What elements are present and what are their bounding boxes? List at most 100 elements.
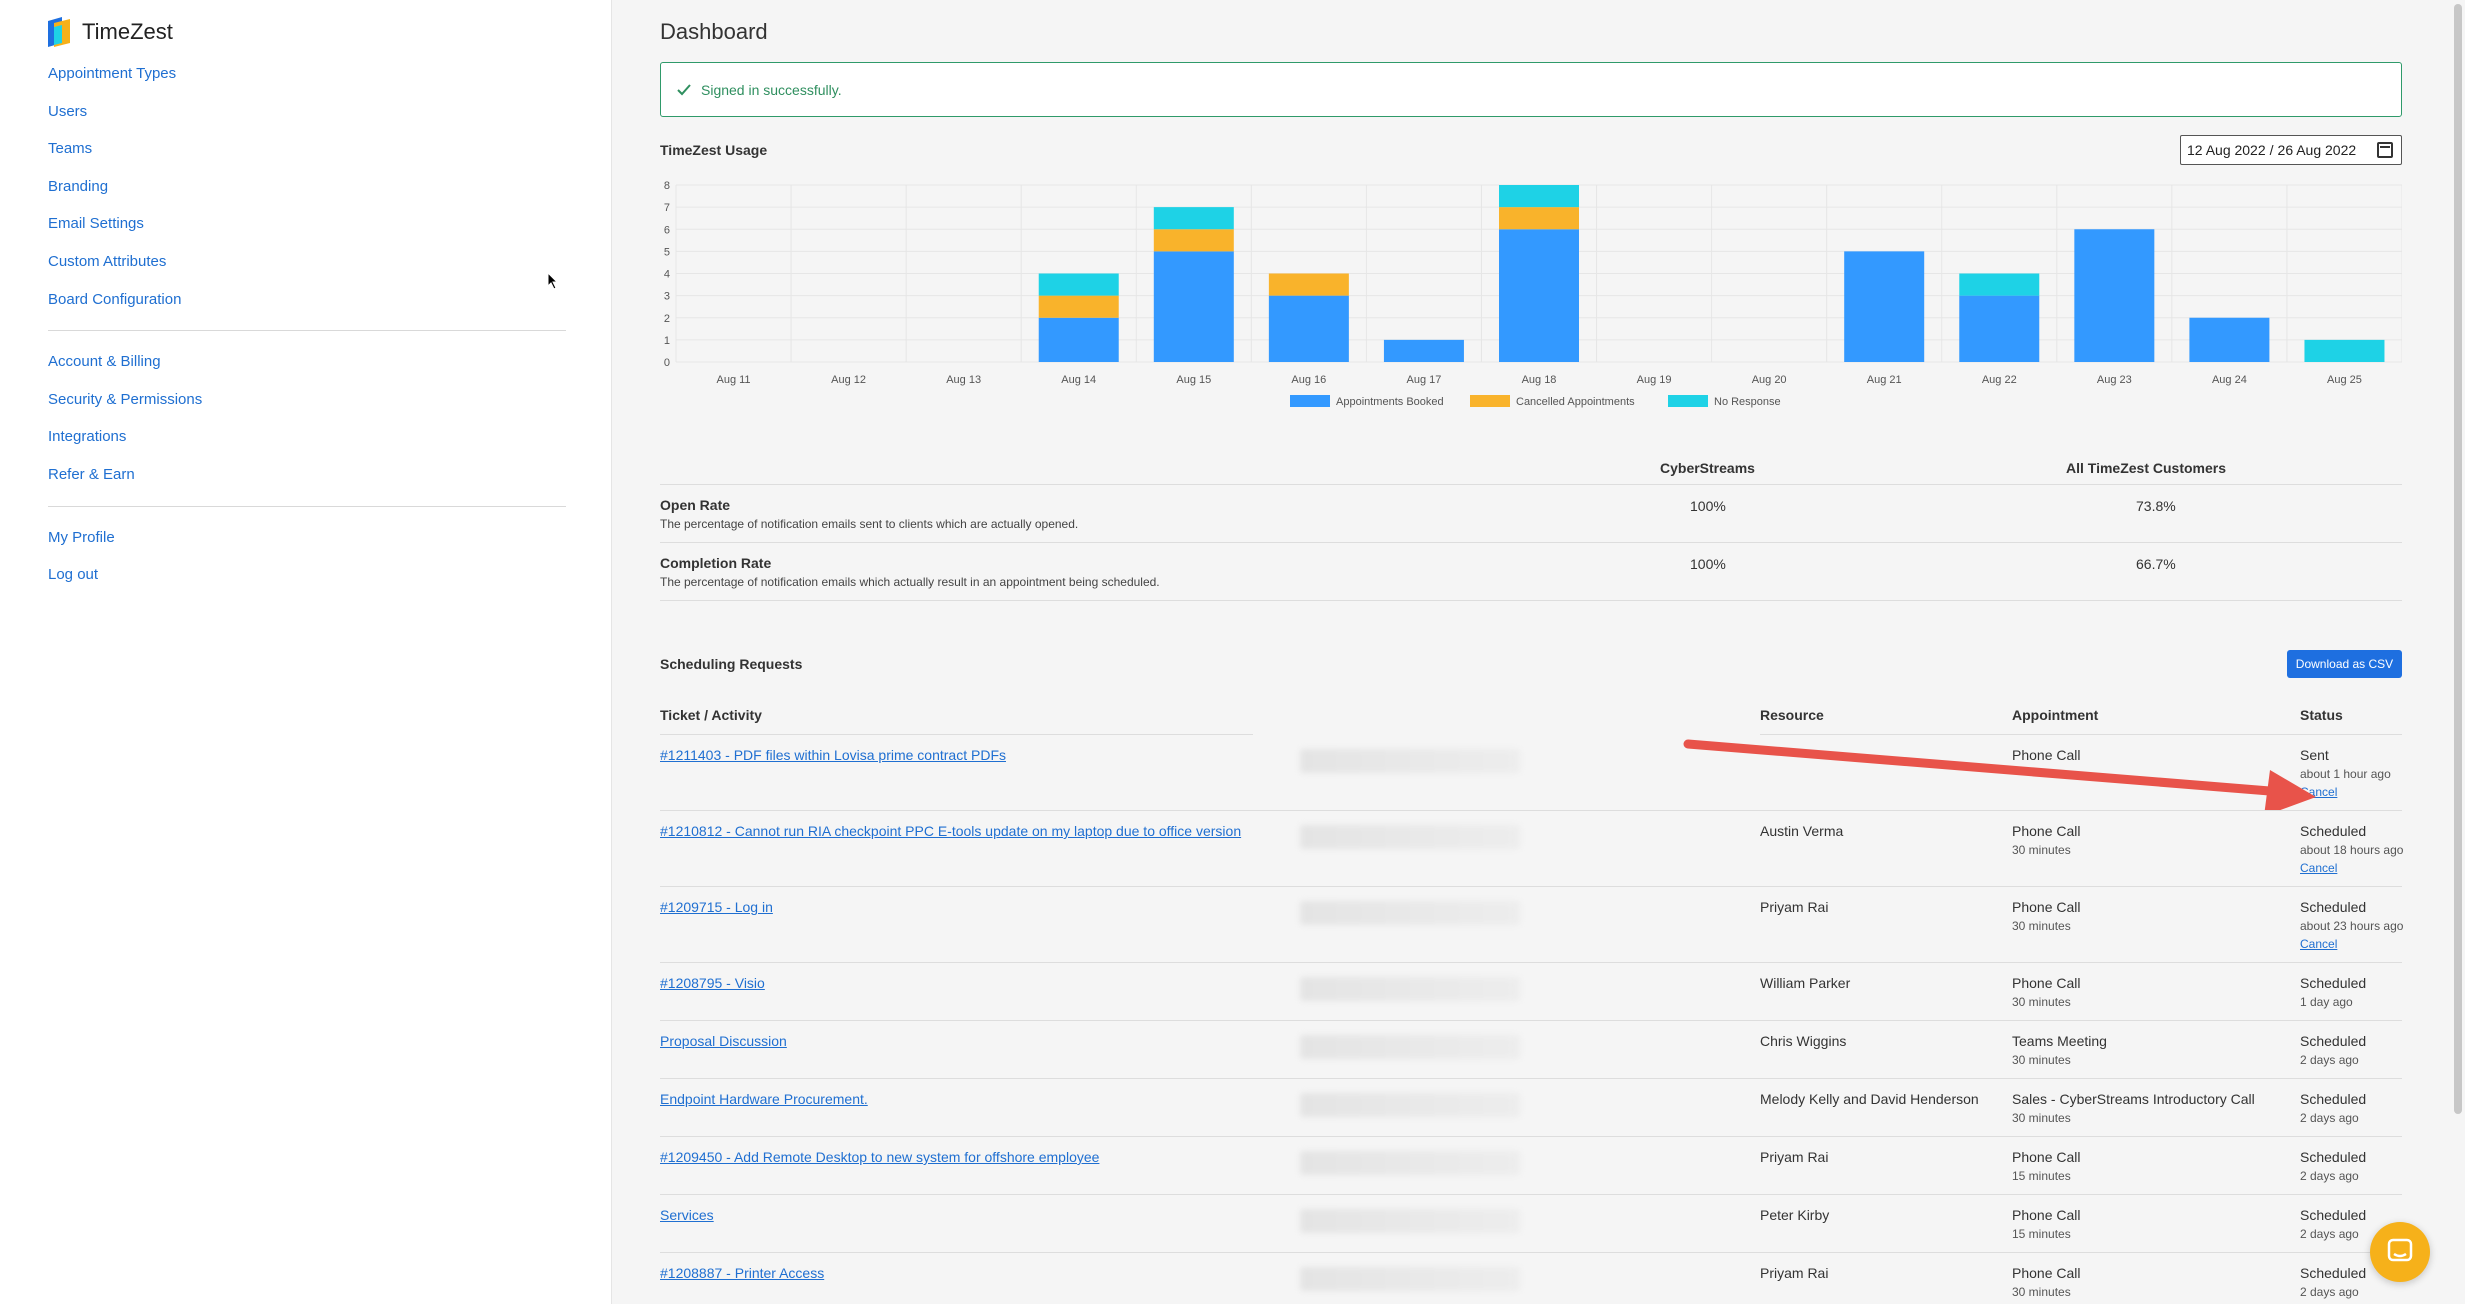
col-resource: Resource bbox=[1760, 707, 1824, 723]
appointment-type: Teams Meeting bbox=[2012, 1033, 2107, 1049]
scheduling-label: Scheduling Requests bbox=[660, 656, 803, 672]
nav-board-configuration[interactable]: Board Configuration bbox=[48, 289, 566, 327]
col-status: Status bbox=[2300, 707, 2343, 723]
redacted-details bbox=[1300, 901, 1520, 925]
rates-header: CyberStreams All TimeZest Customers bbox=[660, 455, 2402, 485]
chat-launcher-button[interactable] bbox=[2370, 1222, 2430, 1282]
status-text: Scheduled bbox=[2300, 1265, 2367, 1281]
nav-custom-attributes[interactable]: Custom Attributes bbox=[48, 251, 566, 289]
resource-name: Melody Kelly and David Henderson bbox=[1760, 1091, 1979, 1107]
x-tick-label: Aug 15 bbox=[1176, 374, 1211, 386]
brand-logo[interactable]: TimeZest bbox=[46, 17, 173, 47]
alert-message: Signed in successfully. bbox=[701, 81, 842, 98]
bar-segment bbox=[1038, 317, 1119, 362]
resource-name: Priyam Rai bbox=[1760, 899, 1829, 915]
ticket-link[interactable]: Endpoint Hardware Procurement. bbox=[660, 1091, 868, 1107]
bar-segment bbox=[1959, 295, 2040, 362]
nav-teams[interactable]: Teams bbox=[48, 138, 566, 176]
ticket-link[interactable]: #1209715 - Log in bbox=[660, 899, 773, 915]
redacted-details bbox=[1300, 1035, 1520, 1059]
redacted-details bbox=[1300, 1093, 1520, 1117]
ticket-link[interactable]: #1208795 - Visio bbox=[660, 975, 765, 991]
nav-users[interactable]: Users bbox=[48, 101, 566, 139]
x-tick-label: Aug 21 bbox=[1867, 374, 1902, 386]
appointment-duration: 30 minutes bbox=[2012, 843, 2071, 857]
nav-refer-earn[interactable]: Refer & Earn bbox=[48, 464, 566, 502]
nav-integrations[interactable]: Integrations bbox=[48, 426, 566, 464]
scrollbar-thumb[interactable] bbox=[2454, 4, 2462, 1114]
resource-name: Chris Wiggins bbox=[1760, 1033, 1847, 1049]
x-tick-label: Aug 17 bbox=[1406, 374, 1441, 386]
nav-security-permissions[interactable]: Security & Permissions bbox=[48, 389, 566, 427]
table-row: Endpoint Hardware Procurement. Melody Kel… bbox=[660, 1079, 2402, 1137]
redacted-details bbox=[1300, 1209, 1520, 1233]
y-tick-label: 3 bbox=[664, 291, 670, 303]
rate-name: Completion Rate bbox=[660, 555, 772, 571]
status-time: 2 days ago bbox=[2300, 1111, 2359, 1125]
usage-chart: 0 1 2 3 4 5 6 7 8 Aug 11 Aug 12 Aug 13 Aug 14 Aug 15 A… bbox=[660, 175, 2403, 425]
appointment-type: Phone Call bbox=[2012, 1207, 2081, 1223]
bar-segment bbox=[1038, 295, 1119, 318]
table-row: #1208887 - Printer Access Priyam Rai Phone… bbox=[660, 1253, 2402, 1304]
status-time: about 18 hours ago bbox=[2300, 843, 2404, 857]
nav-log-out[interactable]: Log out bbox=[48, 564, 566, 602]
ticket-link[interactable]: #1209450 - Add Remote Desktop to new sys… bbox=[660, 1149, 1099, 1165]
appointment-duration: 30 minutes bbox=[2012, 919, 2071, 933]
status-time: 2 days ago bbox=[2300, 1053, 2359, 1067]
status-text: Scheduled bbox=[2300, 823, 2367, 839]
bar-segment bbox=[1153, 207, 1234, 230]
date-separator: / bbox=[2269, 142, 2274, 158]
nav-my-profile[interactable]: My Profile bbox=[48, 527, 566, 565]
legend-label: No Response bbox=[1714, 396, 1781, 408]
brand-name: TimeZest bbox=[82, 19, 173, 44]
ticket-link[interactable]: Services bbox=[660, 1207, 714, 1223]
bar-segment bbox=[2304, 339, 2385, 362]
rate-row-open: Open Rate The percentage of notification… bbox=[660, 485, 2402, 543]
ticket-link[interactable]: #1211403 - PDF files within Lovisa prime… bbox=[660, 747, 1006, 763]
rates-col-company: CyberStreams bbox=[1660, 460, 1755, 476]
date-from: 12 Aug 2022 bbox=[2187, 142, 2266, 158]
table-row: #1210812 - Cannot run RIA checkpoint PPC… bbox=[660, 811, 2404, 887]
x-tick-label: Aug 19 bbox=[1637, 374, 1672, 386]
appointment-type: Phone Call bbox=[2012, 1265, 2081, 1281]
y-tick-label: 0 bbox=[664, 357, 670, 369]
calendar-icon[interactable] bbox=[2377, 142, 2393, 158]
legend-label: Cancelled Appointments bbox=[1516, 396, 1635, 408]
legend-swatch bbox=[1470, 395, 1510, 407]
rate-description: The percentage of notification emails wh… bbox=[660, 575, 1160, 589]
date-range-picker[interactable]: 12 Aug 2022 / 26 Aug 2022 bbox=[2180, 135, 2402, 165]
cancel-link[interactable]: Cancel bbox=[2300, 937, 2337, 951]
status-text: Scheduled bbox=[2300, 975, 2367, 991]
bar-segment bbox=[1153, 251, 1234, 362]
status-time: 2 days ago bbox=[2300, 1227, 2359, 1241]
nav-account-billing[interactable]: Account & Billing bbox=[48, 351, 566, 389]
nav-appointment-types[interactable]: Appointment Types bbox=[48, 63, 566, 101]
nav-divider bbox=[48, 330, 566, 332]
col-ticket: Ticket / Activity bbox=[660, 707, 762, 723]
main-content: Dashboard Signed in successfully. TimeZe… bbox=[612, 0, 2465, 1304]
annotation-arrow-icon bbox=[1682, 730, 2322, 816]
nav-email-settings[interactable]: Email Settings bbox=[48, 213, 566, 251]
chat-icon bbox=[2387, 1238, 2413, 1262]
cancel-link[interactable]: Cancel bbox=[2300, 861, 2337, 875]
status-time: 2 days ago bbox=[2300, 1169, 2359, 1183]
table-row: #1208795 - Visio William Parker Phone Call… bbox=[660, 963, 2402, 1021]
bar-segment bbox=[1499, 207, 1579, 230]
bar-segment bbox=[1268, 295, 1349, 362]
x-tick-label: Aug 20 bbox=[1752, 374, 1787, 386]
download-csv-button[interactable]: Download as CSV bbox=[2287, 650, 2402, 678]
ticket-link[interactable]: #1210812 - Cannot run RIA checkpoint PPC… bbox=[660, 823, 1241, 839]
rate-name: Open Rate bbox=[660, 497, 731, 513]
rate-company-value: 100% bbox=[1690, 498, 1726, 514]
appointment-duration: 30 minutes bbox=[2012, 1285, 2071, 1299]
ticket-link[interactable]: #1208887 - Printer Access bbox=[660, 1265, 824, 1281]
nav-branding[interactable]: Branding bbox=[48, 176, 566, 214]
y-tick-label: 6 bbox=[664, 224, 670, 236]
x-tick-label: Aug 18 bbox=[1522, 374, 1557, 386]
usage-chart-svg: 0 1 2 3 4 5 6 7 8 Aug 11 Aug 12 Aug 13 Aug 14 Aug 15 A… bbox=[664, 180, 2403, 408]
bar-segment bbox=[1038, 273, 1119, 296]
page-title: Dashboard bbox=[660, 19, 768, 44]
ticket-link[interactable]: Proposal Discussion bbox=[660, 1033, 787, 1049]
timezest-logo-icon bbox=[46, 17, 72, 47]
table-row: #1209715 - Log in Priyam Rai Phone Call 30 … bbox=[660, 887, 2403, 963]
